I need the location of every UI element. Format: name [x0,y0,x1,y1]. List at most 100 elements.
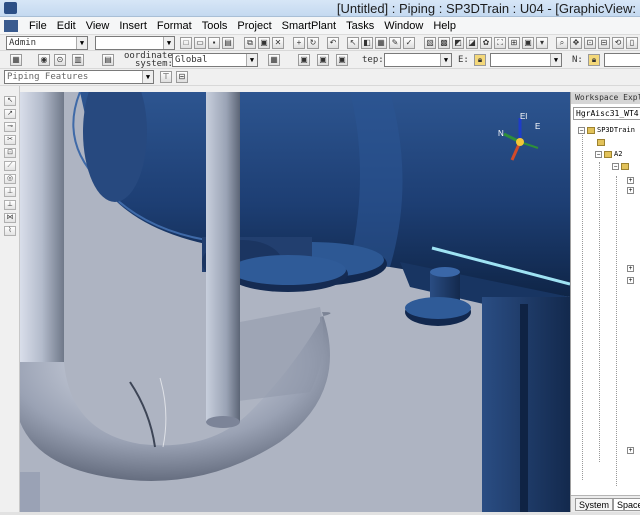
locate-filter-combo[interactable]: Piping Features ▼ [4,70,154,84]
insert-component-icon[interactable]: ⊸ [4,122,16,132]
new-icon[interactable]: □ [180,37,192,49]
save-icon[interactable]: ▪ [208,37,220,49]
e-lock-icon[interactable]: 🔒︎ [474,54,486,66]
chevron-down-icon[interactable]: ▼ [163,37,174,49]
fit-icon[interactable]: ▣ [522,37,534,49]
menu-insert[interactable]: Insert [114,20,152,32]
paste-icon[interactable]: ▣ [258,37,270,49]
isometric-icon[interactable]: ⟂ [4,200,16,210]
group-icon[interactable]: ▩ [438,37,450,49]
coordinate-props-icon[interactable]: ▦ [268,54,280,66]
open-icon[interactable]: ▭ [194,37,206,49]
workspace-filter-field[interactable]: HgrAisc31_WT4 [573,107,640,120]
document-icon[interactable] [4,19,18,32]
property-icon[interactable]: ▦ [375,37,387,49]
chevron-down-icon[interactable]: ▼ [76,37,87,49]
expand-icon[interactable]: + [627,446,634,454]
tree-node-item[interactable] [597,138,607,147]
menu-edit[interactable]: Edit [52,20,81,32]
more-icon[interactable]: ▯ [626,37,638,49]
filter-props-icon[interactable]: ⊤ [160,71,172,83]
clip-icon[interactable]: ⛶ [494,37,506,49]
plane-2-icon[interactable]: ▣ [317,54,329,66]
tree-node-item[interactable]: + [627,186,636,195]
n-lock-icon[interactable]: 🔒︎ [588,54,600,66]
sloped-icon[interactable]: ⟋ [4,161,16,171]
zoom-icon[interactable]: ⌕ [556,37,568,49]
collapse-icon[interactable]: − [578,126,585,134]
measure-icon[interactable]: ⊞ [508,37,520,49]
refresh-icon[interactable]: ↻ [307,37,319,49]
split-icon[interactable]: ✂ [4,135,16,145]
coordinate-system-combo[interactable]: Global ▼ [172,53,258,67]
plane-icon[interactable]: ▣ [298,54,310,66]
graphic-view[interactable]: El E N [20,92,570,512]
menu-help[interactable]: Help [428,20,461,32]
weld-icon[interactable]: ⌇ [4,226,16,236]
spool-icon[interactable]: ◎ [4,174,16,184]
task-combo[interactable]: Admin ▼ [6,36,88,50]
undo-icon[interactable]: ↶ [327,37,339,49]
tab-space[interactable]: Space [613,498,640,511]
select-tool-icon[interactable]: ↖ [4,96,16,106]
expand-icon[interactable]: + [627,276,634,284]
tree-node-item[interactable]: + [627,446,636,455]
feature-icon[interactable]: ⊡ [4,148,16,158]
style-icon[interactable]: ✿ [480,37,492,49]
menu-file[interactable]: File [24,20,52,32]
menu-smartplant[interactable]: SmartPlant [277,20,341,32]
collapse-icon[interactable]: − [595,150,602,158]
tag-icon[interactable]: ◪ [466,37,478,49]
support-icon[interactable]: ⊥ [4,187,16,197]
tree-node-item[interactable]: + [627,264,636,273]
menu-view[interactable]: View [81,20,115,32]
expand-icon[interactable]: + [627,186,634,194]
rotate-icon[interactable]: ⟲ [612,37,624,49]
tab-system[interactable]: System [575,498,614,511]
chevron-down-icon[interactable]: ▼ [142,71,153,83]
zoom-area-icon[interactable]: ⊡ [584,37,596,49]
view-icon[interactable]: ◩ [452,37,464,49]
tree-node-a2[interactable]: − A2 [595,150,622,159]
pinpoint-icon[interactable]: ▦ [10,54,22,66]
target-icon[interactable]: ⊙ [54,54,66,66]
permission-combo[interactable]: ▼ [95,36,175,50]
expand-icon[interactable]: + [627,264,634,272]
e-coordinate-field[interactable]: ▼ [490,53,562,67]
grid-icon[interactable]: ▥ [72,54,84,66]
menu-project[interactable]: Project [232,20,276,32]
select-icon[interactable]: ↖ [347,37,359,49]
pan-icon[interactable]: ✥ [570,37,582,49]
menu-tools[interactable]: Tools [197,20,233,32]
menu-format[interactable]: Format [152,20,197,32]
tree-node-item[interactable]: + [627,176,636,185]
check-icon[interactable]: ✓ [403,37,415,49]
chevron-down-icon[interactable]: ▼ [440,54,451,66]
route-pipe-icon[interactable]: ↗ [4,109,16,119]
menu-tasks[interactable]: Tasks [341,20,379,32]
filter-edit-icon[interactable]: ⊟ [176,71,188,83]
tree-node-item[interactable]: + [627,276,636,285]
insert-icon[interactable]: + [293,37,305,49]
3d-model-render[interactable] [20,92,570,512]
n-coordinate-field[interactable] [604,53,640,67]
edit-icon[interactable]: ✎ [389,37,401,49]
tree-node-item[interactable]: − [612,162,631,171]
delete-icon[interactable]: ✕ [272,37,284,49]
collapse-icon[interactable]: − [612,162,619,170]
plane-3-icon[interactable]: ▣ [336,54,348,66]
fit-all-icon[interactable]: ⊟ [598,37,610,49]
workspace-tree[interactable]: − SP3DTrain − A2 − + + + + + [571,124,640,494]
chevron-down-icon[interactable]: ▼ [550,54,561,66]
menu-window[interactable]: Window [379,20,428,32]
dropdown-icon[interactable]: ▾ [536,37,548,49]
chevron-down-icon[interactable]: ▼ [246,54,257,66]
copy-icon[interactable]: ⧉ [244,37,256,49]
tree-node-root[interactable]: − SP3DTrain [578,126,635,135]
layer-icon[interactable]: ▧ [424,37,436,49]
connect-icon[interactable]: ⋈ [4,213,16,223]
step-combo[interactable]: ▼ [384,53,452,67]
filter-icon[interactable]: ◧ [361,37,373,49]
locate-icon[interactable]: ◉ [38,54,50,66]
expand-icon[interactable]: + [627,176,634,184]
